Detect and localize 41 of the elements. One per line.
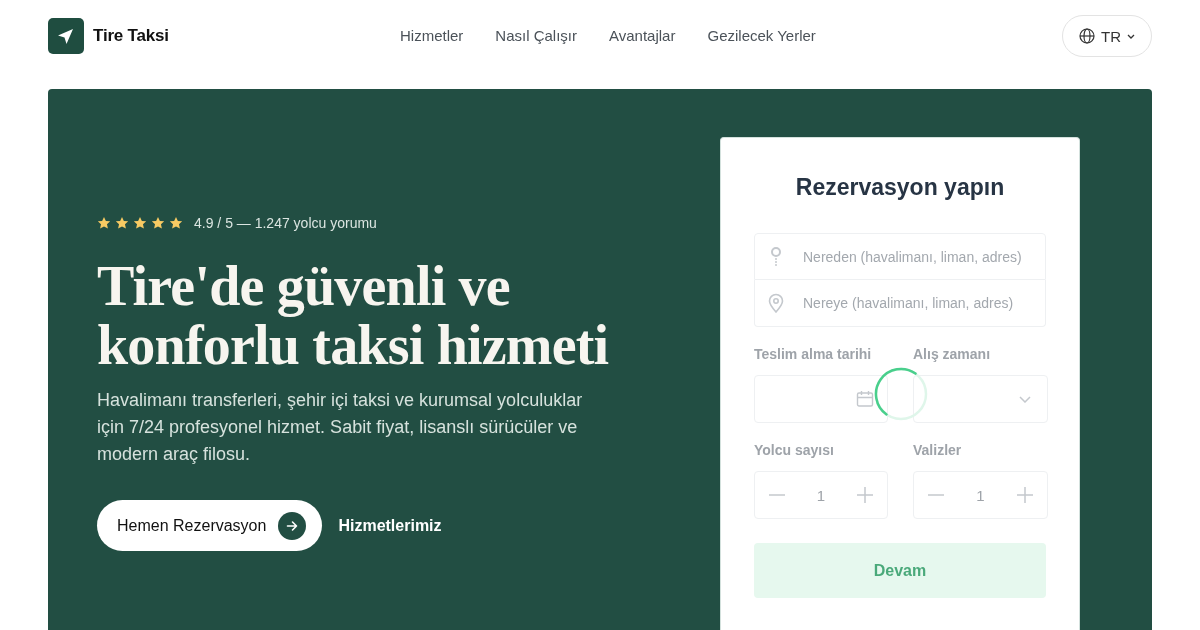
increase-button[interactable]	[857, 487, 873, 503]
plus-icon	[1017, 487, 1033, 503]
chevron-down-icon	[1127, 33, 1135, 39]
brand-name[interactable]: Tire Taksi	[93, 26, 169, 46]
paper-plane-icon[interactable]	[48, 18, 84, 54]
date-label: Teslim alma tarihi	[754, 346, 873, 363]
increase-button[interactable]	[1017, 487, 1033, 503]
globe-icon	[1079, 28, 1095, 44]
star-icon	[169, 216, 183, 230]
destination-field[interactable]: Nereye (havalimanı, liman, adres)	[754, 280, 1046, 327]
nav-link[interactable]: Nasıl Çalışır	[495, 26, 578, 46]
minus-icon	[769, 494, 785, 496]
language-button[interactable]: TR	[1062, 15, 1152, 57]
hero-description: Havalimanı transferleri, şehir içi taksi ve kurumsal yolculuklar için 7/24 profesyonel hizmet. Sabit fiyat, lisanslı sürücüler ve modern araç filosu.	[97, 389, 584, 466]
hero-title: Tire'de güvenli ve konforlu taksi hizmeti	[97, 257, 610, 375]
luggage-label: Valizler	[913, 442, 963, 459]
stepper-value: 1	[976, 486, 985, 504]
services-link[interactable]: Hizmetlerimiz	[338, 516, 442, 535]
nav-link[interactable]: Gezilecek Yerler	[707, 26, 816, 46]
date-field[interactable]	[754, 375, 888, 423]
rating-text: 4.9 / 5 — 1.247 yolcu yorumu	[194, 215, 377, 231]
time-label: Alış zamanı	[913, 346, 992, 363]
star-icon	[97, 216, 111, 230]
star-icon	[151, 216, 165, 230]
origin-field[interactable]: Nereden (havalimanı, liman, adres)	[754, 233, 1046, 280]
calendar-icon	[856, 390, 874, 408]
passengers-label: Yolcu sayısı	[754, 442, 835, 459]
stepper-value: 1	[816, 486, 826, 504]
chevron-down-icon	[1019, 395, 1031, 403]
nav-link[interactable]: Hizmetler	[400, 26, 464, 46]
star-icon	[115, 216, 129, 230]
ring-icon	[768, 246, 784, 266]
star-icon	[133, 216, 147, 230]
arrow-right-icon	[278, 511, 307, 540]
plus-icon	[857, 487, 873, 503]
reservation-button[interactable]: Hemen Rezervasyon	[97, 500, 323, 551]
minus-icon	[928, 494, 944, 496]
booking-title: Rezervasyon yapın	[794, 173, 1006, 202]
nav-link[interactable]: Avantajlar	[609, 26, 676, 46]
time-select[interactable]	[913, 375, 1048, 423]
map-pin-icon	[768, 293, 784, 313]
